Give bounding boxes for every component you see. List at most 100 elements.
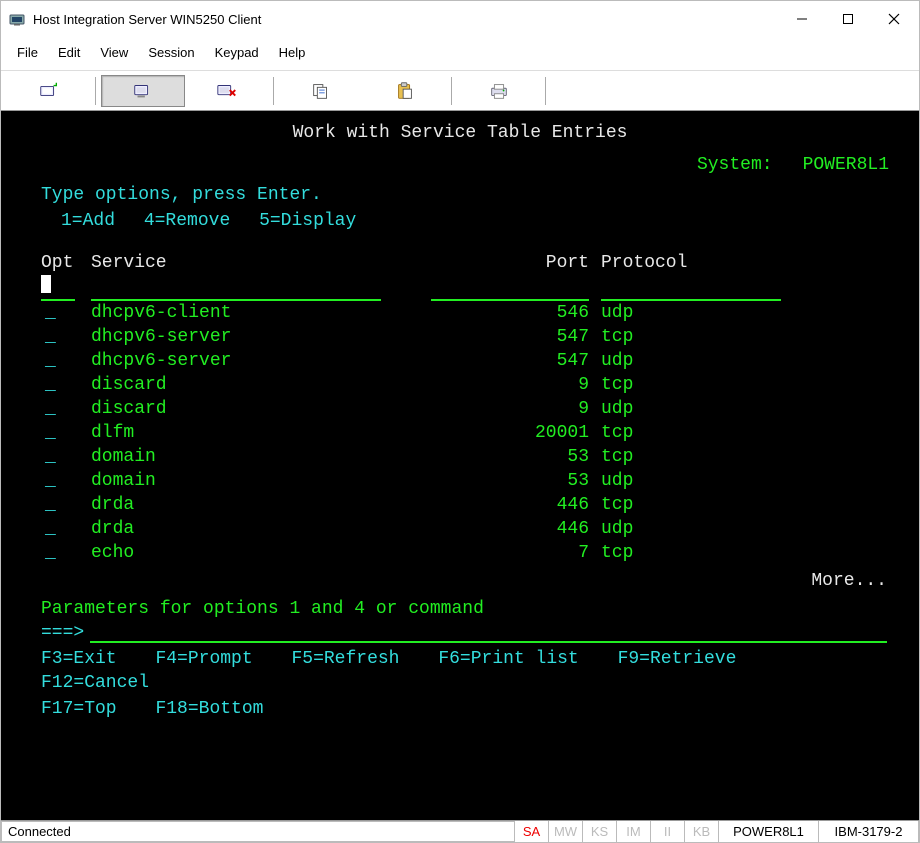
menu-view[interactable]: View <box>90 41 138 64</box>
row-port: 446 <box>431 493 601 517</box>
row-opt-input[interactable]: _ <box>41 349 91 373</box>
status-connection: Connected <box>1 821 515 842</box>
terminal-connect-icon <box>38 81 60 101</box>
terminal-screen[interactable]: Work with Service Table Entries System: … <box>1 111 919 820</box>
menu-session[interactable]: Session <box>138 41 204 64</box>
paste-icon <box>394 81 416 101</box>
toolbar <box>1 71 919 111</box>
col-port: Port <box>431 251 601 275</box>
printer-icon <box>488 81 510 101</box>
row-port: 53 <box>431 469 601 493</box>
option-display: 5=Display <box>259 211 356 231</box>
maximize-button[interactable] <box>825 1 871 37</box>
table-row: _drda446udp <box>41 517 909 541</box>
app-window: Host Integration Server WIN5250 Client F… <box>0 0 920 843</box>
row-service: domain <box>91 445 431 469</box>
system-label: System: <box>697 153 773 177</box>
fkey-f9[interactable]: F9=Retrieve <box>618 647 737 671</box>
toolbar-connect-button[interactable] <box>7 75 91 107</box>
row-service: discard <box>91 373 431 397</box>
row-service: dhcpv6-server <box>91 325 431 349</box>
toolbar-copy-button[interactable] <box>279 75 363 107</box>
fkey-f6[interactable]: F6=Print list <box>438 647 578 671</box>
terminal-disconnect-icon <box>216 81 238 101</box>
status-kb: KB <box>685 821 719 842</box>
table-row: _dhcpv6-server547tcp <box>41 325 909 349</box>
fkey-f4[interactable]: F4=Prompt <box>155 647 252 671</box>
row-opt-input[interactable]: _ <box>41 397 91 421</box>
fkeys-row2: F17=Top F18=Bottom <box>11 697 909 721</box>
row-port: 9 <box>431 397 601 421</box>
row-port: 9 <box>431 373 601 397</box>
minimize-button[interactable] <box>779 1 825 37</box>
menu-edit[interactable]: Edit <box>48 41 90 64</box>
fkey-f17[interactable]: F17=Top <box>41 697 117 721</box>
row-service: domain <box>91 469 431 493</box>
toolbar-session-button[interactable] <box>101 75 185 107</box>
table-row: _domain53tcp <box>41 445 909 469</box>
row-protocol: tcp <box>601 373 901 397</box>
row-service: dlfm <box>91 421 431 445</box>
row-port: 53 <box>431 445 601 469</box>
status-ii: II <box>651 821 685 842</box>
system-row: System: POWER8L1 <box>11 153 909 177</box>
row-opt-input[interactable]: _ <box>41 421 91 445</box>
fkey-f12[interactable]: F12=Cancel <box>41 671 149 695</box>
instructions: Type options, press Enter. 1=Add 4=Remov… <box>11 183 909 233</box>
row-opt-input[interactable]: _ <box>41 325 91 349</box>
row-protocol: tcp <box>601 445 901 469</box>
table-row: _dhcpv6-client546udp <box>41 301 909 325</box>
row-opt-input[interactable]: _ <box>41 469 91 493</box>
toolbar-paste-button[interactable] <box>363 75 447 107</box>
row-service: dhcpv6-client <box>91 301 431 325</box>
input-cursor[interactable] <box>41 275 51 293</box>
row-opt-input[interactable]: _ <box>41 541 91 565</box>
menu-file[interactable]: File <box>7 41 48 64</box>
screen-title: Work with Service Table Entries <box>11 121 909 145</box>
row-port: 546 <box>431 301 601 325</box>
command-input[interactable] <box>90 621 887 643</box>
row-service: dhcpv6-server <box>91 349 431 373</box>
row-protocol: udp <box>601 469 901 493</box>
command-row: ===> <box>11 621 909 645</box>
fkey-f5[interactable]: F5=Refresh <box>291 647 399 671</box>
toolbar-separator <box>545 77 547 105</box>
close-button[interactable] <box>871 1 917 37</box>
row-port: 547 <box>431 349 601 373</box>
app-icon <box>9 11 25 27</box>
row-opt-input[interactable]: _ <box>41 493 91 517</box>
window-controls <box>779 1 917 37</box>
row-protocol: tcp <box>601 493 901 517</box>
row-port: 547 <box>431 325 601 349</box>
table-row: _discard9udp <box>41 397 909 421</box>
row-protocol: udp <box>601 349 901 373</box>
status-mw: MW <box>549 821 583 842</box>
copy-icon <box>310 81 332 101</box>
row-opt-input[interactable]: _ <box>41 301 91 325</box>
terminal-session-icon <box>132 81 154 101</box>
fkey-f3[interactable]: F3=Exit <box>41 647 117 671</box>
row-opt-input[interactable]: _ <box>41 445 91 469</box>
toolbar-print-button[interactable] <box>457 75 541 107</box>
row-opt-input[interactable]: _ <box>41 373 91 397</box>
table-row: _dhcpv6-server547udp <box>41 349 909 373</box>
row-opt-input[interactable]: _ <box>41 517 91 541</box>
row-protocol: tcp <box>601 325 901 349</box>
menu-keypad[interactable]: Keypad <box>205 41 269 64</box>
status-term: IBM-3179-2 <box>819 821 919 842</box>
toolbar-disconnect-button[interactable] <box>185 75 269 107</box>
table-row: _echo7tcp <box>41 541 909 565</box>
row-service: drda <box>91 517 431 541</box>
status-im: IM <box>617 821 651 842</box>
menu-help[interactable]: Help <box>269 41 316 64</box>
status-sa: SA <box>515 821 549 842</box>
row-port: 20001 <box>431 421 601 445</box>
fkey-f18[interactable]: F18=Bottom <box>155 697 263 721</box>
row-port: 446 <box>431 517 601 541</box>
row-port: 7 <box>431 541 601 565</box>
statusbar: Connected SA MW KS IM II KB POWER8L1 IBM… <box>1 820 919 842</box>
titlebar: Host Integration Server WIN5250 Client <box>1 1 919 37</box>
col-opt: Opt <box>41 251 91 275</box>
row-protocol: udp <box>601 517 901 541</box>
instruction-text: Type options, press Enter. <box>41 183 909 207</box>
